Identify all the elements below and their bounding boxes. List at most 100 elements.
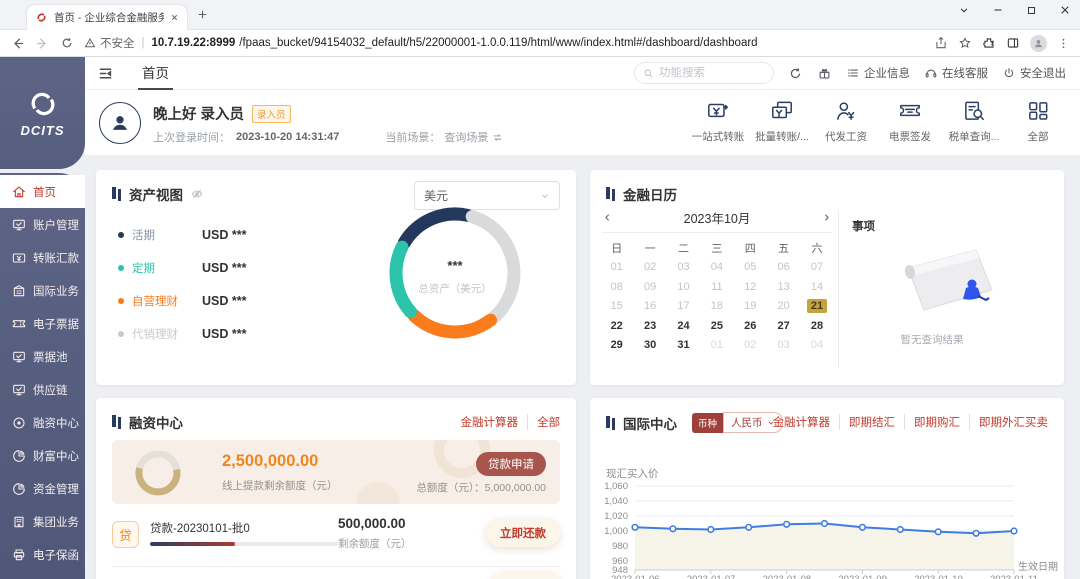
repay-now-button[interactable]: 立即还款	[486, 519, 560, 547]
safe-exit-button[interactable]: 安全退出	[1002, 65, 1066, 81]
calendar-day[interactable]: 07	[800, 258, 833, 278]
calendar-day[interactable]: 09	[633, 277, 666, 297]
quick-action-e-ticket-issue[interactable]: 电票签发	[882, 98, 938, 144]
sidebar-item-supply-chain[interactable]: 供应链	[0, 373, 85, 406]
link-金融计算器[interactable]: 金融计算器	[461, 414, 519, 430]
calendar-next-icon[interactable]	[821, 212, 832, 223]
calendar-prev-icon[interactable]	[602, 212, 613, 223]
quick-action-one-stop-transfer[interactable]: 一站式转账	[690, 98, 746, 144]
calendar-day[interactable]: 02	[734, 336, 767, 356]
calendar-day[interactable]: 04	[800, 336, 833, 356]
tab-home[interactable]: 首页	[138, 57, 173, 90]
new-tab-button[interactable]	[196, 8, 209, 21]
sidebar-item-e-guarantee[interactable]: 电子保函	[0, 538, 85, 571]
all-icon	[1025, 98, 1051, 124]
calendar-day[interactable]: 29	[600, 336, 633, 356]
calendar-day[interactable]: 14	[800, 277, 833, 297]
search-box[interactable]	[634, 62, 774, 84]
sidebar-item-international[interactable]: 国际业务	[0, 274, 85, 307]
enterprise-info-button[interactable]: 企业信息	[846, 65, 910, 81]
calendar-day[interactable]: 25	[700, 316, 733, 336]
sidebar-item-home[interactable]: 首页	[0, 175, 85, 208]
calendar-day[interactable]: 22	[600, 316, 633, 336]
browser-tab[interactable]: 首页 - 企业综合金融服务平台	[26, 4, 188, 30]
sidebar-item-bill-pool[interactable]: 票据池	[0, 340, 85, 373]
extensions-icon[interactable]	[982, 36, 996, 50]
calendar-day[interactable]: 02	[633, 258, 666, 278]
calendar-day[interactable]: 16	[633, 297, 666, 317]
fx-line-chart: 1,0601,0401,0201,000980960948	[590, 398, 1064, 579]
calendar-day[interactable]: 11	[700, 277, 733, 297]
calendar-day[interactable]: 19	[734, 297, 767, 317]
building-icon	[11, 514, 27, 530]
printer-icon	[11, 547, 27, 563]
gift-icon[interactable]	[817, 66, 832, 81]
online-service-button[interactable]: 在线客服	[924, 65, 988, 81]
calendar-day[interactable]: 23	[633, 316, 666, 336]
calendar-day[interactable]: 08	[600, 277, 633, 297]
back-icon[interactable]	[10, 36, 25, 51]
calendar-day[interactable]: 04	[700, 258, 733, 278]
link-全部[interactable]: 全部	[527, 414, 560, 430]
app-top-bar: 首页 企业信息 在线客服 安全退出	[85, 57, 1080, 90]
calendar-day[interactable]: 01	[700, 336, 733, 356]
x-tick-label: 2023-01-09	[838, 574, 887, 579]
repay-now-button-partial[interactable]	[491, 572, 560, 579]
tab-close-icon[interactable]	[170, 13, 179, 22]
calendar-grid: 日一二三四五六010203040506070809101112131415161…	[600, 238, 834, 355]
forward-icon[interactable]	[35, 36, 50, 51]
calendar-card-title: 金融日历	[623, 184, 677, 204]
calendar-day[interactable]: 30	[633, 336, 666, 356]
calendar-day[interactable]: 15	[600, 297, 633, 317]
quick-action-batch-transfer[interactable]: 批量转账/...	[754, 98, 810, 144]
calendar-day-today[interactable]: 21	[800, 297, 833, 317]
calendar-day[interactable]: 31	[667, 336, 700, 356]
window-chevron-icon[interactable]	[957, 3, 971, 17]
sidebar-item-group-biz[interactable]: 集团业务	[0, 505, 85, 538]
quick-action-tax-query[interactable]: 税单查询...	[946, 98, 1002, 144]
calendar-day[interactable]: 06	[767, 258, 800, 278]
collapse-menu-icon[interactable]	[97, 65, 114, 82]
calendar-day[interactable]: 10	[667, 277, 700, 297]
side-panel-icon[interactable]	[1006, 36, 1020, 50]
refresh-icon[interactable]	[788, 66, 803, 81]
calendar-day[interactable]: 18	[700, 297, 733, 317]
calendar-day[interactable]: 03	[667, 258, 700, 278]
remaining-quota-amount: 2,500,000.00	[222, 452, 318, 471]
calendar-day[interactable]: 17	[667, 297, 700, 317]
window-close-icon[interactable]	[1058, 3, 1072, 17]
sidebar-item-financing[interactable]: 融资中心	[0, 406, 85, 439]
scene-switch-icon[interactable]	[492, 132, 503, 143]
calendar-day[interactable]: 26	[734, 316, 767, 336]
window-minimize-icon[interactable]	[991, 3, 1005, 17]
sidebar-item-transfer[interactable]: 转账汇款	[0, 241, 85, 274]
calendar-day[interactable]: 05	[734, 258, 767, 278]
browser-menu-icon[interactable]	[1057, 37, 1070, 50]
bookmark-star-icon[interactable]	[958, 36, 972, 50]
loan-apply-button[interactable]: 贷款申请	[476, 452, 546, 476]
share-icon[interactable]	[934, 36, 948, 50]
calendar-day[interactable]: 13	[767, 277, 800, 297]
calendar-day[interactable]: 03	[767, 336, 800, 356]
sidebar-item-e-bill[interactable]: 电子票据	[0, 307, 85, 340]
calendar-day[interactable]: 27	[767, 316, 800, 336]
calendar-day[interactable]: 20	[767, 297, 800, 317]
quick-action-all[interactable]: 全部	[1010, 98, 1066, 144]
calendar-day[interactable]: 28	[800, 316, 833, 336]
window-maximize-icon[interactable]	[1025, 4, 1038, 17]
calendar-day[interactable]: 24	[667, 316, 700, 336]
browser-profile-avatar[interactable]	[1030, 35, 1047, 52]
reload-icon[interactable]	[60, 36, 74, 50]
day-header: 二	[667, 238, 700, 258]
financial-calendar-card: 金融日历 2023年10月 日一二三四五六0102030405060708091…	[590, 170, 1064, 385]
url-text[interactable]: 不安全 | 10.7.19.22:8999/fpaas_bucket/94154…	[84, 35, 924, 51]
sidebar-item-account[interactable]: 账户管理	[0, 208, 85, 241]
sidebar-item-wealth[interactable]: 财富中心	[0, 439, 85, 472]
sidebar-item-funds[interactable]: 资金管理	[0, 472, 85, 505]
calendar-day[interactable]: 01	[600, 258, 633, 278]
search-icon	[643, 68, 654, 79]
quick-action-salary[interactable]: 代发工资	[818, 98, 874, 144]
user-avatar[interactable]	[99, 102, 141, 144]
search-input[interactable]	[659, 67, 759, 79]
calendar-day[interactable]: 12	[734, 277, 767, 297]
